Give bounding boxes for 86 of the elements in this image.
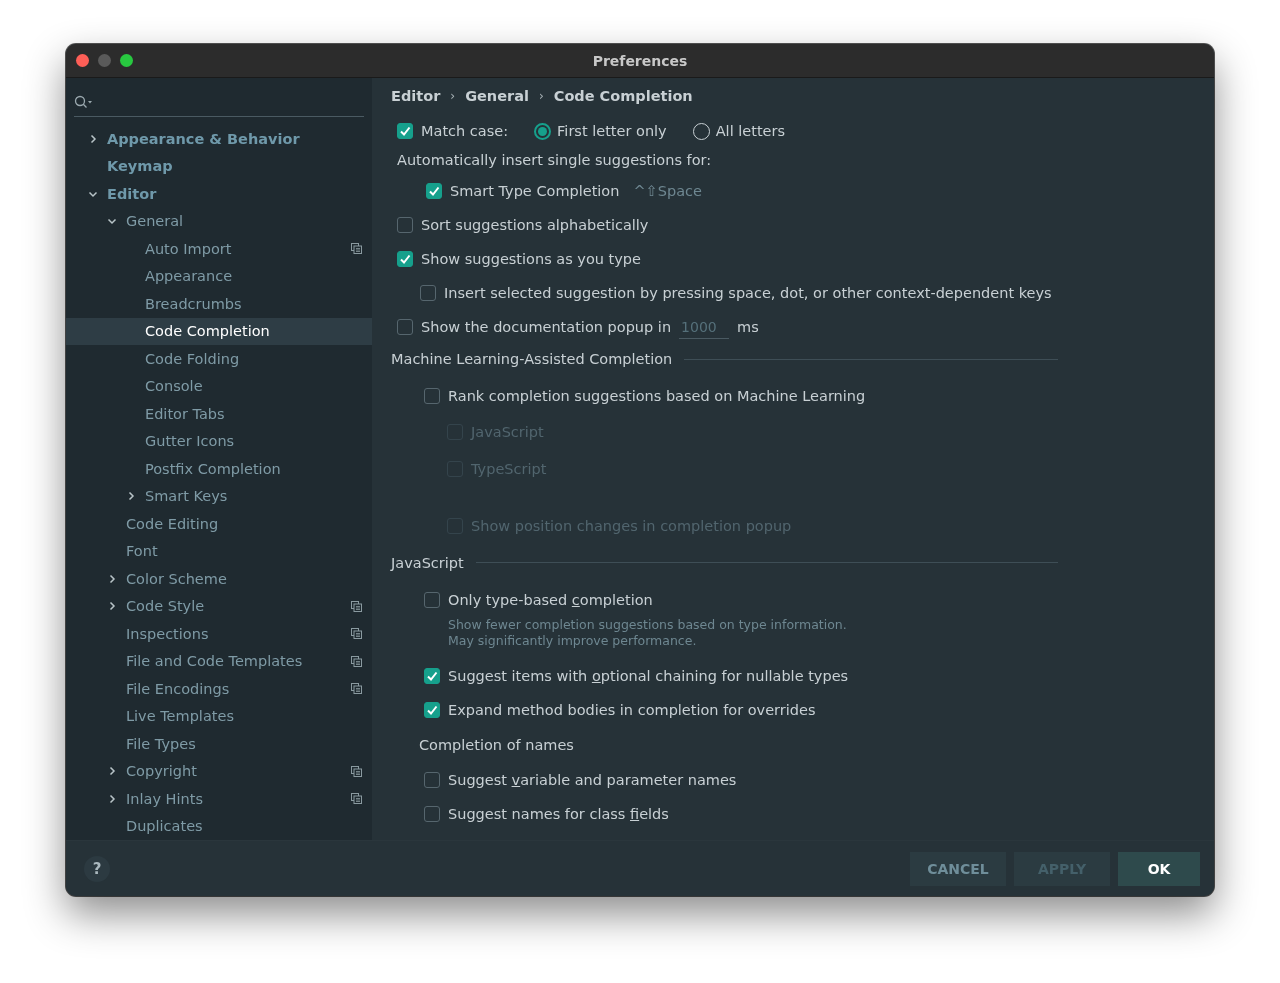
checkbox[interactable]: [397, 217, 413, 233]
sidebar-item[interactable]: Gutter Icons: [66, 427, 372, 455]
chevron-right-icon[interactable]: [107, 601, 117, 612]
copy-icon: [351, 655, 362, 667]
group-heading: Completion of names: [419, 736, 574, 753]
option-label: Sort suggestions alphabetically: [421, 217, 649, 233]
chevron-right-icon[interactable]: [107, 793, 117, 804]
sidebar-item[interactable]: Color Scheme: [66, 565, 372, 593]
breadcrumb[interactable]: Code Completion: [553, 88, 693, 104]
shortcut-label: ^⇧Space: [633, 183, 702, 199]
sidebar-item[interactable]: Keymap: [66, 152, 372, 180]
checkbox[interactable]: [424, 667, 440, 684]
breadcrumb[interactable]: General: [465, 88, 529, 104]
option-label: Suggest names for class fields: [448, 805, 669, 822]
checkbox[interactable]: [397, 251, 413, 267]
copy-icon: [351, 793, 362, 805]
chevron-right-icon[interactable]: [126, 491, 136, 502]
sidebar-item[interactable]: Font: [66, 537, 372, 565]
checkbox[interactable]: [424, 805, 440, 822]
search-icon: [74, 95, 94, 109]
option-label: Show the documentation popup in: [421, 319, 672, 335]
sidebar-item[interactable]: Appearance: [66, 262, 372, 290]
chevron-down-icon[interactable]: [107, 216, 117, 227]
checkbox[interactable]: [397, 123, 413, 139]
copy-icon: [351, 683, 362, 695]
option-label: Rank completion suggestions based on Machine Learning: [448, 388, 866, 404]
checkbox[interactable]: [424, 591, 440, 608]
breadcrumb-separator: ›: [450, 89, 456, 103]
unit-label: ms: [737, 319, 759, 335]
copy-icon: [351, 628, 362, 640]
option-label: Smart Type Completion: [450, 183, 620, 199]
sidebar-item[interactable]: Auto Import: [66, 235, 372, 263]
checkbox[interactable]: [424, 388, 440, 404]
sidebar-item[interactable]: Inspections: [66, 620, 372, 648]
option-label: Show suggestions as you type: [421, 251, 641, 267]
sidebar-item[interactable]: Inlay Hints: [66, 785, 372, 813]
breadcrumb-separator: ›: [538, 89, 544, 103]
help-button[interactable]: ?: [84, 855, 110, 882]
checkbox[interactable]: [426, 183, 442, 199]
sidebar-item[interactable]: Appearance & Behavior: [66, 125, 372, 153]
radio-button[interactable]: [534, 122, 552, 140]
copy-icon: [351, 243, 362, 255]
radio-label: First letter only: [557, 123, 667, 139]
checkbox[interactable]: [424, 701, 440, 718]
copy-icon: [351, 765, 362, 777]
sidebar-item[interactable]: Editor: [66, 180, 372, 208]
dialog-button[interactable]: OK: [1118, 851, 1200, 886]
sidebar-item[interactable]: File and Code Templates: [66, 647, 372, 675]
copy-icon: [351, 600, 362, 612]
sidebar-item[interactable]: Code Editing: [66, 510, 372, 538]
dialog-button[interactable]: CANCEL: [910, 851, 1006, 886]
close-button[interactable]: [76, 54, 89, 67]
option-label: Only type-based completion: [448, 591, 653, 608]
sidebar-item[interactable]: Breadcrumbs: [66, 290, 372, 318]
chevron-right-icon[interactable]: [107, 573, 117, 584]
window-title: Preferences: [592, 52, 688, 69]
sidebar-item[interactable]: Code Completion: [66, 317, 372, 345]
sidebar-item[interactable]: Code Folding: [66, 345, 372, 373]
sidebar-item[interactable]: Editor Tabs: [66, 400, 372, 428]
chevron-right-icon[interactable]: [107, 766, 117, 777]
zoom-button[interactable]: [120, 54, 133, 67]
option-label: Expand method bodies in completion for overrides: [448, 701, 816, 718]
section-title: Machine Learning-Assisted Completion: [391, 351, 673, 367]
sidebar-item[interactable]: Smart Keys: [66, 482, 372, 510]
radio-label: All letters: [715, 123, 786, 139]
sidebar-item[interactable]: File Encodings: [66, 675, 372, 703]
checkbox[interactable]: [397, 319, 413, 335]
checkbox[interactable]: [420, 285, 436, 301]
option-description: Show fewer completion suggestions based on type information. May significantly improve performance.: [448, 616, 848, 649]
sidebar-item[interactable]: Console: [66, 372, 372, 400]
sidebar-item[interactable]: Code Style: [66, 592, 372, 620]
breadcrumb[interactable]: Editor: [391, 88, 441, 104]
sidebar-item[interactable]: File Types: [66, 730, 372, 758]
sidebar-item[interactable]: Live Templates: [66, 702, 372, 730]
sidebar-item[interactable]: Copyright: [66, 757, 372, 785]
option-label: Insert selected suggestion by pressing space, dot, or other context-dependent keys: [444, 285, 1052, 301]
checkbox[interactable]: [424, 771, 440, 788]
section-title: JavaScript: [391, 554, 464, 571]
sidebar-item[interactable]: General: [66, 207, 372, 235]
sidebar-item[interactable]: Postfix Completion: [66, 455, 372, 483]
option-label: Match case:: [421, 123, 509, 139]
option-label: Suggest items with optional chaining for nullable types: [448, 667, 849, 684]
sidebar-item[interactable]: Duplicates: [66, 812, 372, 840]
chevron-right-icon[interactable]: [88, 133, 98, 144]
group-heading: Automatically insert single suggestions for:: [397, 152, 712, 168]
option-label: Suggest variable and parameter names: [448, 771, 737, 788]
